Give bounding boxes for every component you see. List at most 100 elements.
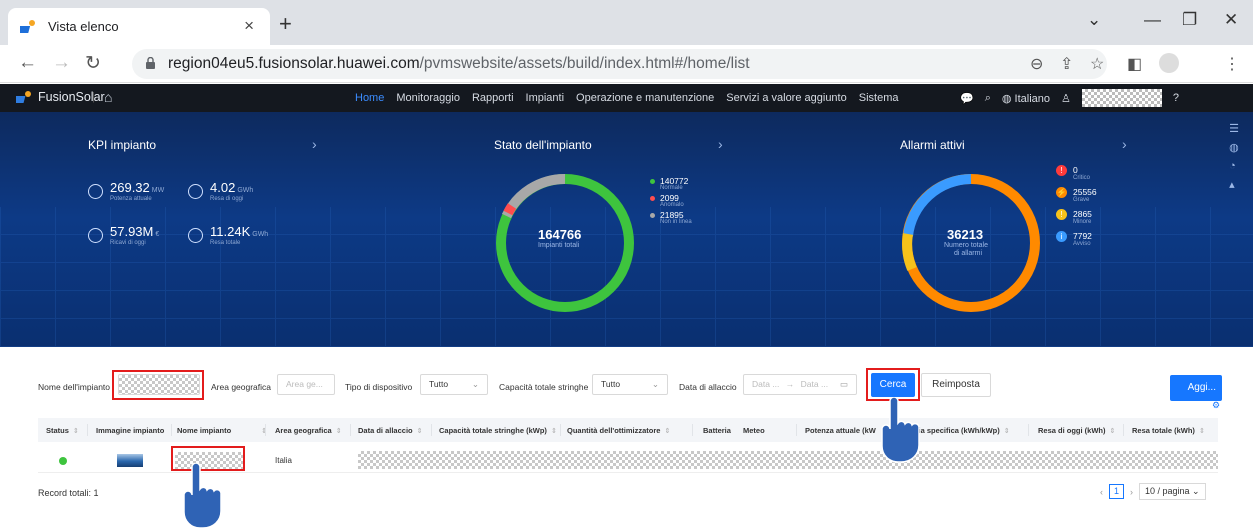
col-resa-oggi[interactable]: Resa di oggi (kWh) ⇕ xyxy=(1038,426,1115,435)
chat-icon[interactable]: 💬 xyxy=(960,92,974,105)
sort-icon: ⇕ xyxy=(550,428,557,435)
col-nome[interactable]: Nome impianto⇕ xyxy=(177,426,267,435)
menu-operazione[interactable]: Operazione e manutenzione xyxy=(576,92,714,104)
username-masked[interactable] xyxy=(1081,89,1162,107)
reload-icon[interactable]: ↻ xyxy=(85,52,101,75)
col-energia[interactable]: rgia specifica (kWh/kWp) ⇕ xyxy=(911,426,1010,435)
warning-alarm-icon: i xyxy=(1056,231,1067,242)
aggiungi-button[interactable]: Aggi... xyxy=(1170,375,1222,401)
nav-right-tools: 💬 ⌕ ◍ Italiano ♙ ? xyxy=(960,89,1179,107)
help-icon[interactable]: ? xyxy=(1173,92,1179,104)
lock-icon xyxy=(146,57,155,69)
settings-gear-icon[interactable]: ⚙ xyxy=(1212,400,1220,411)
reimposta-button[interactable]: Reimposta xyxy=(921,373,991,397)
home-icon[interactable]: ⌂ xyxy=(104,89,112,105)
area-geografica-input[interactable]: Area ge... xyxy=(277,374,335,395)
next-page-icon[interactable]: › xyxy=(1130,487,1133,497)
chevron-down-icon: ⌄ xyxy=(651,379,659,389)
menu-rapporti[interactable]: Rapporti xyxy=(472,92,514,104)
status-title: Stato dell'impianto xyxy=(494,138,592,152)
menu-monitoraggio[interactable]: Monitoraggio xyxy=(396,92,460,104)
bookmark-star-icon[interactable]: ☆ xyxy=(1090,54,1104,74)
calendar-icon: ▭ xyxy=(839,379,848,389)
menu-home[interactable]: Home xyxy=(355,92,384,104)
forward-icon[interactable]: → xyxy=(52,52,71,74)
legend-dot xyxy=(650,213,655,218)
search-icon[interactable]: ⌕ xyxy=(985,92,991,105)
share-icon[interactable]: ⇪ xyxy=(1060,54,1073,74)
kpi-unit: € xyxy=(155,231,160,238)
col-separator xyxy=(692,424,693,436)
plant-thumbnail[interactable] xyxy=(117,454,143,467)
col-resa-totale[interactable]: Resa totale (kWh) ⇕ xyxy=(1132,426,1205,435)
kpi-unit: GWh xyxy=(237,187,254,194)
sidepanel-icon[interactable]: ◧ xyxy=(1127,54,1142,74)
col-separator xyxy=(1123,424,1124,436)
total-yield-icon xyxy=(188,228,203,243)
tipo-dispositivo-select[interactable]: Tutto ⌄ xyxy=(420,374,488,395)
tab-search-chevron-icon[interactable]: ⌄ xyxy=(1087,10,1101,30)
tab-close-icon[interactable]: × xyxy=(244,16,254,36)
col-status[interactable]: Status ⇕ xyxy=(46,426,79,435)
kpi-label: Ricavi di oggi xyxy=(110,240,146,246)
kpi-more-chevron-icon[interactable]: › xyxy=(312,136,317,152)
minimize-icon[interactable]: — xyxy=(1144,10,1161,30)
alarms-title: Allarmi attivi xyxy=(900,138,965,152)
url-field[interactable]: region04eu5.fusionsolar.huawei.com/pvmsw… xyxy=(132,49,1107,79)
browser-tab[interactable]: Vista elenco × xyxy=(8,8,270,45)
legend-dot xyxy=(650,179,655,184)
capacita-select[interactable]: Tutto ⌄ xyxy=(592,374,668,395)
prev-page-icon[interactable]: ‹ xyxy=(1100,487,1103,497)
url-path: /pvmswebsite/assets/build/index.html#/ho… xyxy=(419,55,750,72)
page-size-select[interactable]: 10 / pagina ⌄ xyxy=(1139,483,1206,500)
col-label: Potenza attuale (kW xyxy=(805,426,876,435)
chart-view-icon[interactable]: ◔ xyxy=(1229,160,1239,172)
alarm-label: Minore xyxy=(1073,219,1092,225)
yield-icon xyxy=(188,184,203,199)
browser-menu-icon[interactable]: ⋮ xyxy=(1224,54,1240,74)
new-tab-button[interactable]: + xyxy=(279,11,292,37)
restore-icon[interactable]: ❐ xyxy=(1182,10,1197,30)
sort-icon: ⇕ xyxy=(1109,428,1116,435)
collapse-icon[interactable]: ▴ xyxy=(1229,178,1239,191)
kpi-label: Potenza attuale xyxy=(110,196,152,202)
col-data[interactable]: Data di allaccio ⇕ xyxy=(358,426,422,435)
alarms-more-chevron-icon[interactable]: › xyxy=(1122,136,1127,152)
critical-alarm-icon: ! xyxy=(1056,165,1067,176)
kpi-label: Resa totale xyxy=(210,240,241,246)
zoom-icon[interactable]: ⊖ xyxy=(1030,54,1043,74)
alarms-total: 36213 xyxy=(947,227,984,242)
close-window-icon[interactable]: ✕ xyxy=(1224,10,1238,30)
select-value: Tutto xyxy=(601,379,621,389)
user-icon[interactable]: ♙ xyxy=(1061,92,1071,105)
profile-avatar[interactable] xyxy=(1159,53,1179,73)
pagination: ‹ 1 › 10 / pagina ⌄ xyxy=(1100,483,1206,500)
page-number[interactable]: 1 xyxy=(1109,484,1124,499)
col-label: Nome impianto xyxy=(177,426,232,435)
filter-label-capacita: Capacità totale stringhe xyxy=(499,382,589,392)
col-meteo: Meteo xyxy=(743,426,765,435)
menu-servizi[interactable]: Servizi a valore aggiunto xyxy=(726,92,846,104)
table-header: Status⇕ Immagine impianto Nome impianto⇕… xyxy=(38,418,1218,442)
sort-icon: ⇕ xyxy=(335,428,342,435)
brand-divider: | xyxy=(92,91,95,103)
alarms-total-label-1: Numero totale xyxy=(944,242,988,249)
col-separator xyxy=(796,424,797,436)
data-allaccio-range[interactable]: Data ... → Data ... ▭ xyxy=(743,374,857,395)
alarm-value: 25556 xyxy=(1073,187,1097,197)
pointing-hand-icon xyxy=(881,397,920,463)
globe-view-icon[interactable]: ◍ xyxy=(1229,141,1239,154)
col-capacita[interactable]: Capacità totale stringhe (kWp) ⇕ xyxy=(439,426,557,435)
menu-impianti[interactable]: Impianti xyxy=(526,92,565,104)
back-icon[interactable]: ← xyxy=(18,52,37,74)
kpi-value: 4.02 xyxy=(210,180,236,195)
row-data-masked xyxy=(358,451,1218,469)
status-more-chevron-icon[interactable]: › xyxy=(718,136,723,152)
list-view-icon[interactable]: ☰ xyxy=(1229,122,1239,135)
menu-sistema[interactable]: Sistema xyxy=(859,92,899,104)
language-selector[interactable]: ◍ Italiano xyxy=(1002,92,1050,105)
kpi-unit: GWh xyxy=(252,231,269,238)
col-area[interactable]: Area geografica ⇕ xyxy=(275,426,342,435)
col-ottimizzatore[interactable]: Quantità dell'ottimizzatore ⇕ xyxy=(567,426,670,435)
col-potenza[interactable]: Potenza attuale (kW xyxy=(805,426,876,435)
